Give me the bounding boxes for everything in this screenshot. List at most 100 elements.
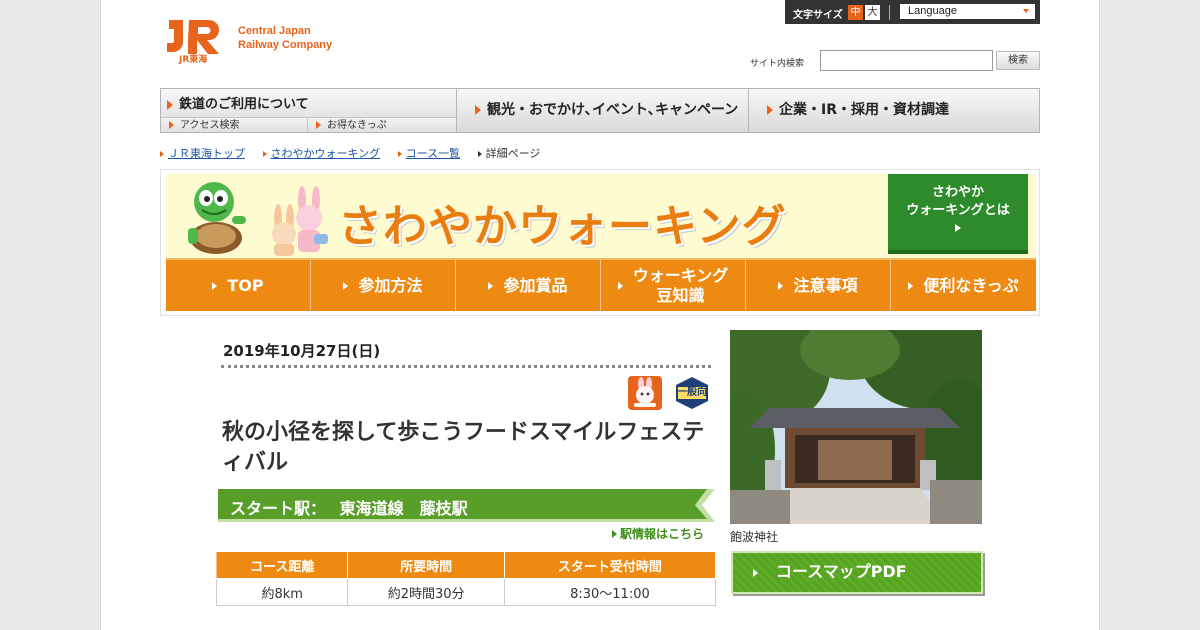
walking-nav-how-to-join-label: 参加方法 xyxy=(358,275,423,295)
mascot-characters-icon xyxy=(188,182,328,256)
station-info-label: 駅情報はこちら xyxy=(620,527,705,541)
gnav-discount-tickets[interactable]: お得なきっぷ xyxy=(308,117,456,132)
language-select-label: Language xyxy=(908,5,957,17)
logo-line1: Central Japan xyxy=(238,25,311,37)
walking-nav-top-label: TOP xyxy=(227,275,264,295)
table-header-row: コース距離 所要時間 スタート受付時間 xyxy=(215,551,717,579)
about-walking-line1: さわやか xyxy=(931,185,984,200)
search-button[interactable]: 検索 xyxy=(996,51,1040,70)
breadcrumb-link-walking[interactable]: さわやかウォーキング xyxy=(271,147,381,160)
gnav-discount-tickets-label: お得なきっぷ xyxy=(327,120,387,131)
general-level-badge: 一般向 xyxy=(674,376,710,410)
arrow-right-icon xyxy=(477,151,482,157)
start-station-label: スタート駅： xyxy=(230,499,327,518)
play-triangle-icon xyxy=(612,530,617,538)
course-map-pdf-button[interactable]: コースマップPDF xyxy=(731,551,983,594)
start-station-bar: スタート駅： 東海道線 藤枝駅 xyxy=(218,489,715,522)
play-triangle-icon xyxy=(212,281,218,290)
arrow-right-icon xyxy=(167,99,173,110)
walking-nav-prizes-label: 参加賞品 xyxy=(503,275,568,295)
gnav-tourism-events-label: 観光・おでかけ､イベント､キャンペーン xyxy=(487,102,739,118)
play-triangle-icon xyxy=(778,281,784,290)
jr-central-logo[interactable]: JR東海 Central Japan Railway Company xyxy=(165,16,355,66)
font-size-label: 文字サイズ xyxy=(793,10,843,21)
about-walking-button[interactable]: さわやか ウォーキングとは xyxy=(888,174,1028,254)
global-nav: 鉄道のご利用について アクセス検索 お得なきっぷ 観光・おでかけ､イベント､キャ… xyxy=(160,88,1040,133)
walking-banner: さわやかウォーキング さわやか ウォーキングとは TOP 参加方法 参加賞品 ウ… xyxy=(160,169,1040,316)
station-info-link[interactable]: 駅情報はこちら xyxy=(612,525,704,542)
banner-header: さわやかウォーキング さわやか ウォーキングとは xyxy=(166,174,1036,258)
cell-start-time: 8:30～11:00 xyxy=(503,578,717,606)
play-triangle-icon xyxy=(955,224,961,232)
header-course-distance: コース距離 xyxy=(215,551,349,579)
play-triangle-icon xyxy=(753,569,758,577)
utility-divider xyxy=(889,5,890,20)
header-start-time: スタート受付時間 xyxy=(503,551,717,579)
breadcrumb-current-label: 詳細ページ xyxy=(485,147,541,160)
play-triangle-icon xyxy=(908,281,914,290)
course-map-pdf-label: コースマップPDF xyxy=(776,562,907,581)
chevron-down-icon xyxy=(1023,9,1029,13)
food-rabbit-icon xyxy=(628,376,662,410)
walking-nav-tickets[interactable]: 便利なきっぷ xyxy=(891,260,1036,311)
walking-nav-notes-label: 注意事項 xyxy=(793,275,858,295)
shrine-photo xyxy=(730,330,982,524)
play-triangle-icon xyxy=(488,281,494,290)
breadcrumb-item[interactable]: さわやかウォーキング xyxy=(262,147,381,160)
play-triangle-icon xyxy=(343,281,349,290)
start-station-name: 東海道線 藤枝駅 xyxy=(339,499,468,518)
banner-title: さわやかウォーキング xyxy=(338,201,787,252)
course-info-table: コース距離 所要時間 スタート受付時間 約8km 約2時間30分 8:30～11… xyxy=(215,551,717,606)
walking-nav-top[interactable]: TOP xyxy=(166,260,311,311)
gnav-railway-use-label: 鉄道のご利用について xyxy=(179,97,309,112)
logo-line2: Railway Company xyxy=(238,39,333,51)
arrow-right-icon xyxy=(397,151,402,157)
photo-caption: 飽波神社 xyxy=(730,530,779,544)
cell-course-distance: 約8km xyxy=(215,578,349,606)
walking-nav-tips[interactable]: ウォーキング 豆知識 xyxy=(601,260,746,311)
course-title: 秋の小径を探して歩こうフードスマイルフェスティバル xyxy=(222,420,705,475)
breadcrumb-link-course-list[interactable]: コース一覧 xyxy=(406,147,460,160)
dotted-divider xyxy=(221,365,711,368)
breadcrumb-item[interactable]: コース一覧 xyxy=(397,147,460,160)
site-search-input[interactable] xyxy=(820,50,993,71)
arrow-right-icon xyxy=(767,105,773,115)
logo-company-name: Central Japan Railway Company xyxy=(238,24,332,52)
play-triangle-icon xyxy=(617,281,623,290)
font-size-medium-button[interactable]: 中 xyxy=(848,5,863,20)
breadcrumb-link-jr-top[interactable]: ＪＲ東海トップ xyxy=(168,147,245,160)
gnav-tourism-events[interactable]: 観光・おでかけ､イベント､キャンペーン xyxy=(457,89,748,132)
walking-nav-how-to-join[interactable]: 参加方法 xyxy=(311,260,456,311)
gnav-railway-use[interactable]: 鉄道のご利用について xyxy=(167,93,309,112)
utility-bar: 文字サイズ 中 大 Language xyxy=(785,0,1040,24)
arrow-right-icon xyxy=(262,151,267,157)
gnav-corporate-ir-label: 企業・IR・採用・資材調達 xyxy=(779,102,949,118)
about-walking-line2: ウォーキングとは xyxy=(906,203,1010,218)
walking-nav-tickets-label: 便利なきっぷ xyxy=(923,275,1019,295)
site-search-label: サイト内検索 xyxy=(750,59,805,69)
arrow-right-icon xyxy=(169,121,174,129)
breadcrumb-item[interactable]: ＪＲ東海トップ xyxy=(160,147,245,160)
arrow-right-icon xyxy=(316,121,321,129)
course-date: 2019年10月27日(日) xyxy=(223,342,381,360)
gnav-access-search-label: アクセス検索 xyxy=(180,120,240,131)
arrow-right-icon xyxy=(160,151,164,157)
walking-nav-tips-label: ウォーキング 豆知識 xyxy=(632,265,729,305)
cell-duration: 約2時間30分 xyxy=(347,578,505,606)
logo-sub-text: JR東海 xyxy=(179,55,208,65)
breadcrumb: ＪＲ東海トップ さわやかウォーキング コース一覧 詳細ページ xyxy=(160,147,568,161)
arrow-right-icon xyxy=(475,105,481,115)
walking-nav-notes[interactable]: 注意事項 xyxy=(746,260,891,311)
table-row: 約8km 約2時間30分 8:30～11:00 xyxy=(215,578,717,606)
gnav-access-search[interactable]: アクセス検索 xyxy=(161,117,308,132)
breadcrumb-current: 詳細ページ xyxy=(477,147,555,160)
general-level-label: 一般向 xyxy=(677,387,707,398)
gnav-corporate-ir[interactable]: 企業・IR・採用・資材調達 xyxy=(749,89,1039,132)
language-select[interactable]: Language xyxy=(900,4,1035,19)
shrine-photo-image xyxy=(730,330,982,524)
walking-nav: TOP 参加方法 参加賞品 ウォーキング 豆知識 注意事項 便利なきっぷ xyxy=(166,258,1036,311)
header-duration: 所要時間 xyxy=(347,551,505,579)
font-size-large-button[interactable]: 大 xyxy=(865,5,880,20)
walking-nav-prizes[interactable]: 参加賞品 xyxy=(456,260,601,311)
start-station-text: スタート駅： 東海道線 藤枝駅 xyxy=(230,495,468,519)
